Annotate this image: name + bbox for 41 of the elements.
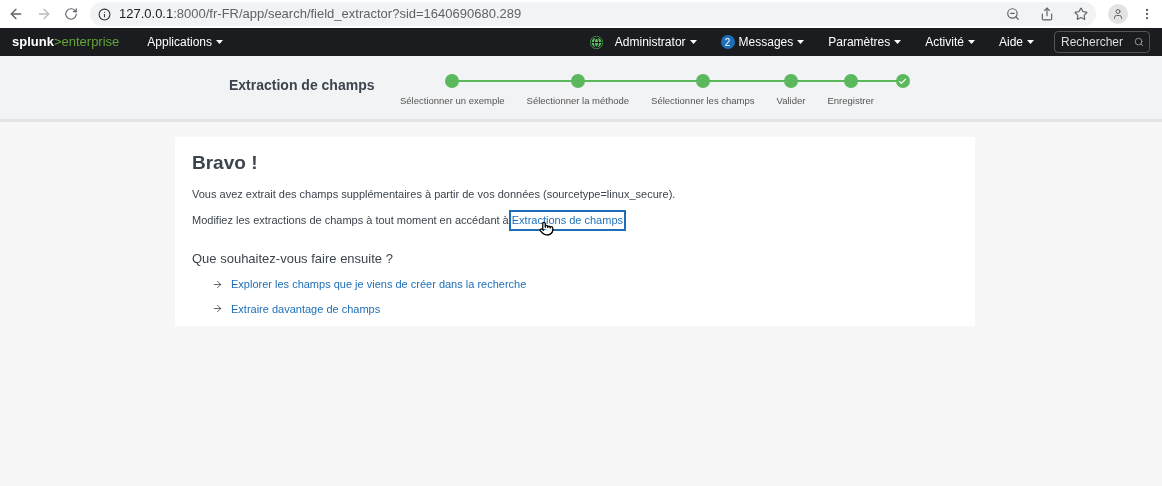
url-text: 127.0.0.1:8000/fr-FR/app/search/field_extractor?sid=1640690680.289: [119, 5, 522, 24]
reload-icon[interactable]: [64, 7, 78, 21]
caret-icon: [689, 40, 697, 44]
step-label: Sélectionner les champs: [651, 94, 755, 109]
profile-icon[interactable]: [1108, 4, 1128, 24]
address-bar[interactable]: 127.0.0.1:8000/fr-FR/app/search/field_extractor?sid=1640690680.289: [90, 2, 1096, 26]
nav-menu[interactable]: Aide: [998, 33, 1034, 51]
extractions-link[interactable]: Extractions de champs: [510, 212, 624, 229]
caret-icon: [894, 40, 902, 44]
caret-icon: [967, 40, 975, 44]
step-label: Sélectionner un exemple: [400, 94, 505, 109]
nav-menu[interactable]: 2 Messages: [720, 33, 805, 51]
applications-menu[interactable]: Applications: [147, 33, 224, 51]
zoom-out-icon[interactable]: [1006, 7, 1020, 21]
caret-icon: [797, 40, 805, 44]
message-count-badge: 2: [720, 35, 735, 49]
nav-menu[interactable]: Administrator: [589, 33, 697, 51]
nav-menu[interactable]: Paramètres: [828, 33, 902, 51]
card-title: Bravo !: [192, 151, 259, 175]
caret-icon: [1027, 40, 1034, 44]
back-icon[interactable]: [8, 6, 24, 22]
star-icon[interactable]: [1074, 7, 1088, 21]
modify-text: Modifiez les extractions de champs à tout moment en accédant à: [192, 213, 509, 228]
wizard-title: Extraction de champs: [229, 75, 376, 95]
arrow-icon: [212, 278, 223, 290]
logo[interactable]: splunk>enterprise: [12, 32, 120, 52]
next-step-link[interactable]: Explorer les champs que je viens de créer dans la recherche: [231, 276, 527, 293]
next-heading: Que souhaitez-vous faire ensuite ?: [192, 249, 394, 268]
info-icon[interactable]: [98, 7, 111, 21]
share-icon[interactable]: [1040, 7, 1054, 21]
nav-menu[interactable]: Activité: [925, 33, 975, 51]
step-label: Sélectionner la méthode: [526, 94, 630, 109]
search-icon[interactable]: [1134, 37, 1144, 47]
success-message: Vous avez extrait des champs supplémentaires à partir de vos données (sourcetype=linux_secure).: [192, 186, 677, 202]
caret-icon: [216, 40, 224, 44]
next-step-link[interactable]: Extraire davantage de champs: [231, 300, 381, 317]
step-label: Valider: [776, 94, 806, 109]
step-label: Enregistrer: [827, 94, 874, 109]
status-icon: [589, 35, 603, 49]
search-field[interactable]: Rechercher: [1054, 31, 1150, 53]
arrow-icon: [212, 303, 223, 315]
